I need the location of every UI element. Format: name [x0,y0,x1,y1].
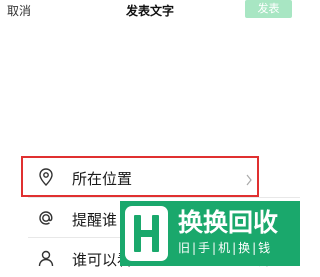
chevron-right-icon [245,171,253,190]
location-label: 所在位置 [72,170,133,188]
location-pin-icon [36,167,56,187]
watermark: 换换回收 旧|手|机|换|钱 [120,201,300,266]
watermark-tagline: 旧|手|机|换|钱 [178,241,273,255]
location-row[interactable]: 所在位置 [0,158,300,196]
watermark-brand: 换换回收 [178,208,279,237]
top-bar: 取消 发表文字 发表 [0,0,300,22]
mention-label: 提醒谁 [72,211,118,229]
divider [28,197,300,198]
publish-button[interactable]: 发表 [245,0,292,18]
watermark-logo [125,206,168,261]
user-icon [36,248,56,268]
at-sign-icon [36,208,56,228]
